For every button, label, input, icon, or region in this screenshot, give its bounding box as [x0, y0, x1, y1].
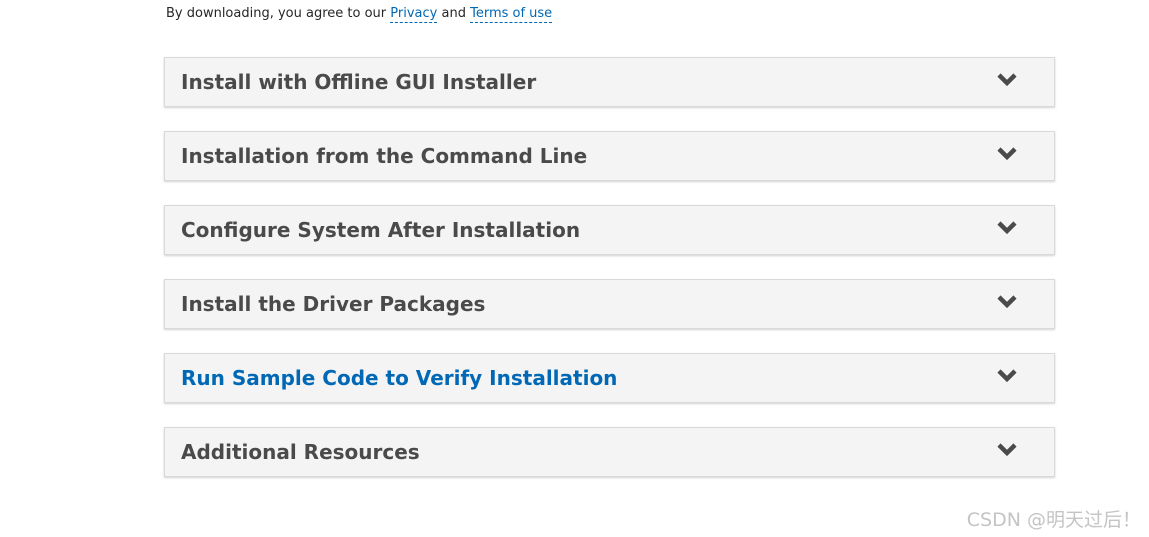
chevron-down-icon [997, 221, 1017, 235]
chevron-down-icon [997, 147, 1017, 161]
chevron-down-icon [997, 369, 1017, 383]
installation-accordion: Install with Offline GUI Installer Insta… [164, 57, 1055, 501]
accordion-panel-title: Configure System After Installation [181, 218, 581, 242]
accordion-panel-configure-system[interactable]: Configure System After Installation [164, 205, 1055, 255]
agreement-prefix: By downloading, you agree to our [166, 6, 387, 21]
accordion-panel-offline-gui-installer[interactable]: Install with Offline GUI Installer [164, 57, 1055, 107]
accordion-panel-title: Install the Driver Packages [181, 292, 486, 316]
page: By downloading, you agree to our Privacy… [0, 0, 1149, 537]
accordion-panel-title: Run Sample Code to Verify Installation [181, 366, 618, 390]
accordion-panel-run-sample-code[interactable]: Run Sample Code to Verify Installation [164, 353, 1055, 403]
agreement-and: and [441, 6, 466, 21]
accordion-panel-command-line[interactable]: Installation from the Command Line [164, 131, 1055, 181]
watermark: CSDN @明天过后！ [966, 509, 1141, 531]
terms-of-use-link[interactable]: Terms of use [470, 6, 553, 23]
accordion-panel-title: Installation from the Command Line [181, 144, 588, 168]
accordion-panel-title: Additional Resources [181, 440, 420, 464]
chevron-down-icon [997, 73, 1017, 87]
privacy-link[interactable]: Privacy [390, 6, 438, 23]
accordion-panel-additional-resources[interactable]: Additional Resources [164, 427, 1055, 477]
accordion-panel-title: Install with Offline GUI Installer [181, 70, 537, 94]
accordion-panel-driver-packages[interactable]: Install the Driver Packages [164, 279, 1055, 329]
chevron-down-icon [997, 295, 1017, 309]
agreement-text: By downloading, you agree to our Privacy… [166, 5, 553, 23]
chevron-down-icon [997, 443, 1017, 457]
